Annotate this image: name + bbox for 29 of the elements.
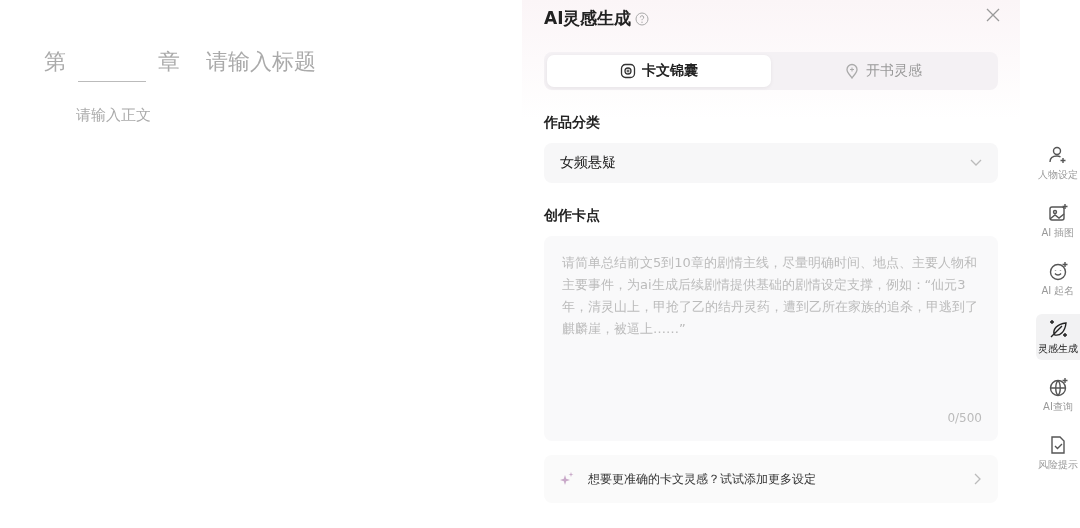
- sidebar-item[interactable]: 灵感生成: [1036, 314, 1080, 360]
- section-label: 创作卡点: [544, 205, 601, 225]
- more-settings-button[interactable]: 想要更准确的卡文灵感？试试添加更多设定: [544, 454, 998, 503]
- help-icon[interactable]: [635, 11, 650, 26]
- target-icon: [620, 62, 636, 79]
- char-counter: 0/500: [947, 409, 982, 427]
- chapter-label: 第: [44, 47, 66, 76]
- location-pin-icon: [844, 62, 860, 79]
- section-label: 作品分类: [544, 112, 601, 132]
- globe-icon: [1048, 376, 1068, 397]
- smiley-icon: [1048, 260, 1068, 281]
- sidebar-item[interactable]: AI查询: [1036, 372, 1080, 418]
- tab[interactable]: 开书灵感: [771, 54, 995, 87]
- panel-title: AI灵感生成: [544, 7, 632, 30]
- person-add-icon: [1048, 144, 1068, 165]
- chevron-down-icon: [970, 158, 982, 167]
- chapter-label: 章: [158, 47, 180, 76]
- chevron-right-icon: [974, 472, 982, 485]
- tab[interactable]: 卡文锦囊: [547, 54, 771, 87]
- sidebar-item[interactable]: AI 插图: [1036, 198, 1080, 244]
- sidebar-item[interactable]: AI 起名: [1036, 256, 1080, 302]
- sparkle-icon: [560, 471, 574, 486]
- document-check-icon: [1048, 434, 1068, 455]
- sidebar-item[interactable]: 风险提示: [1036, 430, 1080, 476]
- category-select[interactable]: 女频悬疑: [544, 142, 998, 183]
- image-icon: [1048, 202, 1068, 223]
- feather-icon: [1048, 318, 1068, 339]
- sidebar-item[interactable]: 人物设定: [1036, 140, 1080, 186]
- close-icon[interactable]: [986, 8, 1000, 22]
